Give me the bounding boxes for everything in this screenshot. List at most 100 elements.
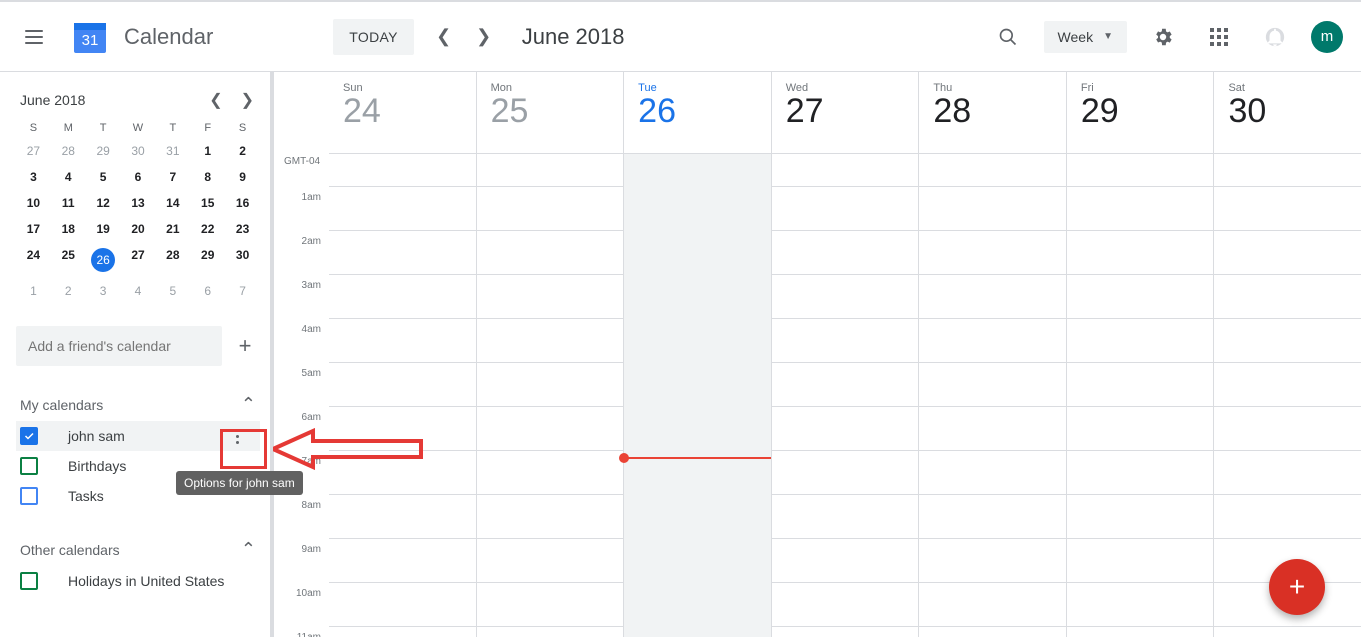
- mini-day-cell[interactable]: 29: [86, 138, 121, 164]
- view-selector[interactable]: Week ▼: [1044, 21, 1127, 53]
- day-column[interactable]: [918, 154, 1066, 637]
- notifications-button[interactable]: [1255, 17, 1295, 57]
- mini-day-cell[interactable]: 8: [190, 164, 225, 190]
- mini-day-cell[interactable]: 3: [16, 164, 51, 190]
- mini-day-cell[interactable]: 22: [190, 216, 225, 242]
- current-range-label: June 2018: [522, 24, 625, 50]
- mini-day-cell[interactable]: 7: [225, 278, 260, 304]
- calendar-checkbox[interactable]: [20, 572, 38, 590]
- mini-day-cell[interactable]: 26: [86, 242, 121, 278]
- mini-day-cell[interactable]: 11: [51, 190, 86, 216]
- search-button[interactable]: [988, 17, 1028, 57]
- day-header[interactable]: Wed27: [771, 72, 919, 153]
- day-header[interactable]: Sat30: [1213, 72, 1361, 153]
- mini-day-cell[interactable]: 15: [190, 190, 225, 216]
- next-week-button[interactable]: ❯: [464, 17, 504, 57]
- apps-button[interactable]: [1199, 17, 1239, 57]
- day-header[interactable]: Sun24: [329, 72, 476, 153]
- mini-day-cell[interactable]: 5: [155, 278, 190, 304]
- calendar-checkbox[interactable]: [20, 487, 38, 505]
- mini-day-cell[interactable]: 16: [225, 190, 260, 216]
- add-friend-input[interactable]: [16, 326, 222, 366]
- calendar-checkbox[interactable]: [20, 457, 38, 475]
- mini-dow-label: S: [16, 118, 51, 138]
- mini-day-cell[interactable]: 14: [155, 190, 190, 216]
- hour-label: 9am: [274, 544, 329, 588]
- my-calendars-toggle[interactable]: My calendars ⌃: [16, 388, 260, 421]
- mini-day-cell[interactable]: 4: [51, 164, 86, 190]
- today-button[interactable]: TODAY: [333, 19, 413, 55]
- more-vert-icon: [236, 429, 239, 444]
- calendar-name-label: Holidays in United States: [68, 573, 224, 589]
- other-calendars-section: Other calendars ⌃ Holidays in United Sta…: [16, 533, 260, 596]
- day-header[interactable]: Tue26: [623, 72, 771, 153]
- mini-dow-label: M: [51, 118, 86, 138]
- mini-day-cell[interactable]: 1: [16, 278, 51, 304]
- mini-day-cell[interactable]: 31: [155, 138, 190, 164]
- day-column[interactable]: [623, 154, 771, 637]
- plus-icon: +: [1289, 571, 1305, 603]
- day-header[interactable]: Thu28: [918, 72, 1066, 153]
- account-avatar[interactable]: m: [1311, 21, 1343, 53]
- calendar-options-button[interactable]: [220, 419, 254, 453]
- mini-day-cell[interactable]: 9: [225, 164, 260, 190]
- calendar-list-item[interactable]: Holidays in United States: [16, 566, 260, 596]
- mini-day-cell[interactable]: 28: [51, 138, 86, 164]
- mini-day-cell[interactable]: 18: [51, 216, 86, 242]
- day-column[interactable]: [1066, 154, 1214, 637]
- other-calendars-toggle[interactable]: Other calendars ⌃: [16, 533, 260, 566]
- day-header[interactable]: Mon25: [476, 72, 624, 153]
- day-number: 30: [1228, 92, 1361, 131]
- mini-day-cell[interactable]: 30: [121, 138, 156, 164]
- chevron-up-icon: ⌃: [241, 394, 256, 415]
- hour-label: 3am: [274, 280, 329, 324]
- mini-day-cell[interactable]: 27: [16, 138, 51, 164]
- mini-day-cell[interactable]: 27: [121, 242, 156, 278]
- day-number: 24: [343, 92, 476, 131]
- day-column[interactable]: [329, 154, 476, 637]
- menu-button[interactable]: [12, 15, 56, 59]
- mini-day-cell[interactable]: 13: [121, 190, 156, 216]
- mini-next-button[interactable]: ❯: [241, 90, 254, 110]
- mini-day-cell[interactable]: 25: [51, 242, 86, 278]
- mini-day-cell[interactable]: 23: [225, 216, 260, 242]
- day-header[interactable]: Fri29: [1066, 72, 1214, 153]
- mini-dow-label: T: [86, 118, 121, 138]
- mini-day-cell[interactable]: 21: [155, 216, 190, 242]
- options-tooltip: Options for john sam: [176, 471, 303, 495]
- calendar-list-item[interactable]: john sam: [16, 421, 260, 451]
- week-grid[interactable]: [329, 154, 1361, 637]
- mini-day-cell[interactable]: 24: [16, 242, 51, 278]
- day-headers: Sun24Mon25Tue26Wed27Thu28Fri29Sat30: [329, 72, 1361, 154]
- mini-day-cell[interactable]: 29: [190, 242, 225, 278]
- prev-week-button[interactable]: ❮: [424, 17, 464, 57]
- mini-dow-label: W: [121, 118, 156, 138]
- mini-day-cell[interactable]: 1: [190, 138, 225, 164]
- mini-day-cell[interactable]: 17: [16, 216, 51, 242]
- create-event-fab[interactable]: +: [1269, 559, 1325, 615]
- day-number: 29: [1081, 92, 1214, 131]
- hour-label: 1am: [274, 192, 329, 236]
- mini-day-cell[interactable]: 4: [121, 278, 156, 304]
- day-column[interactable]: [476, 154, 624, 637]
- calendar-checkbox[interactable]: [20, 427, 38, 445]
- add-calendar-button[interactable]: +: [230, 331, 260, 361]
- mini-day-cell[interactable]: 6: [190, 278, 225, 304]
- settings-button[interactable]: [1143, 17, 1183, 57]
- mini-prev-button[interactable]: ❮: [209, 90, 222, 110]
- mini-day-cell[interactable]: 10: [16, 190, 51, 216]
- mini-day-cell[interactable]: 12: [86, 190, 121, 216]
- day-column[interactable]: [771, 154, 919, 637]
- mini-day-cell[interactable]: 2: [225, 138, 260, 164]
- now-indicator: [624, 457, 771, 459]
- mini-day-cell[interactable]: 19: [86, 216, 121, 242]
- mini-day-cell[interactable]: 5: [86, 164, 121, 190]
- mini-day-cell[interactable]: 6: [121, 164, 156, 190]
- mini-day-cell[interactable]: 7: [155, 164, 190, 190]
- day-number: 27: [786, 92, 919, 131]
- mini-day-cell[interactable]: 28: [155, 242, 190, 278]
- mini-day-cell[interactable]: 2: [51, 278, 86, 304]
- mini-day-cell[interactable]: 20: [121, 216, 156, 242]
- mini-day-cell[interactable]: 30: [225, 242, 260, 278]
- mini-day-cell[interactable]: 3: [86, 278, 121, 304]
